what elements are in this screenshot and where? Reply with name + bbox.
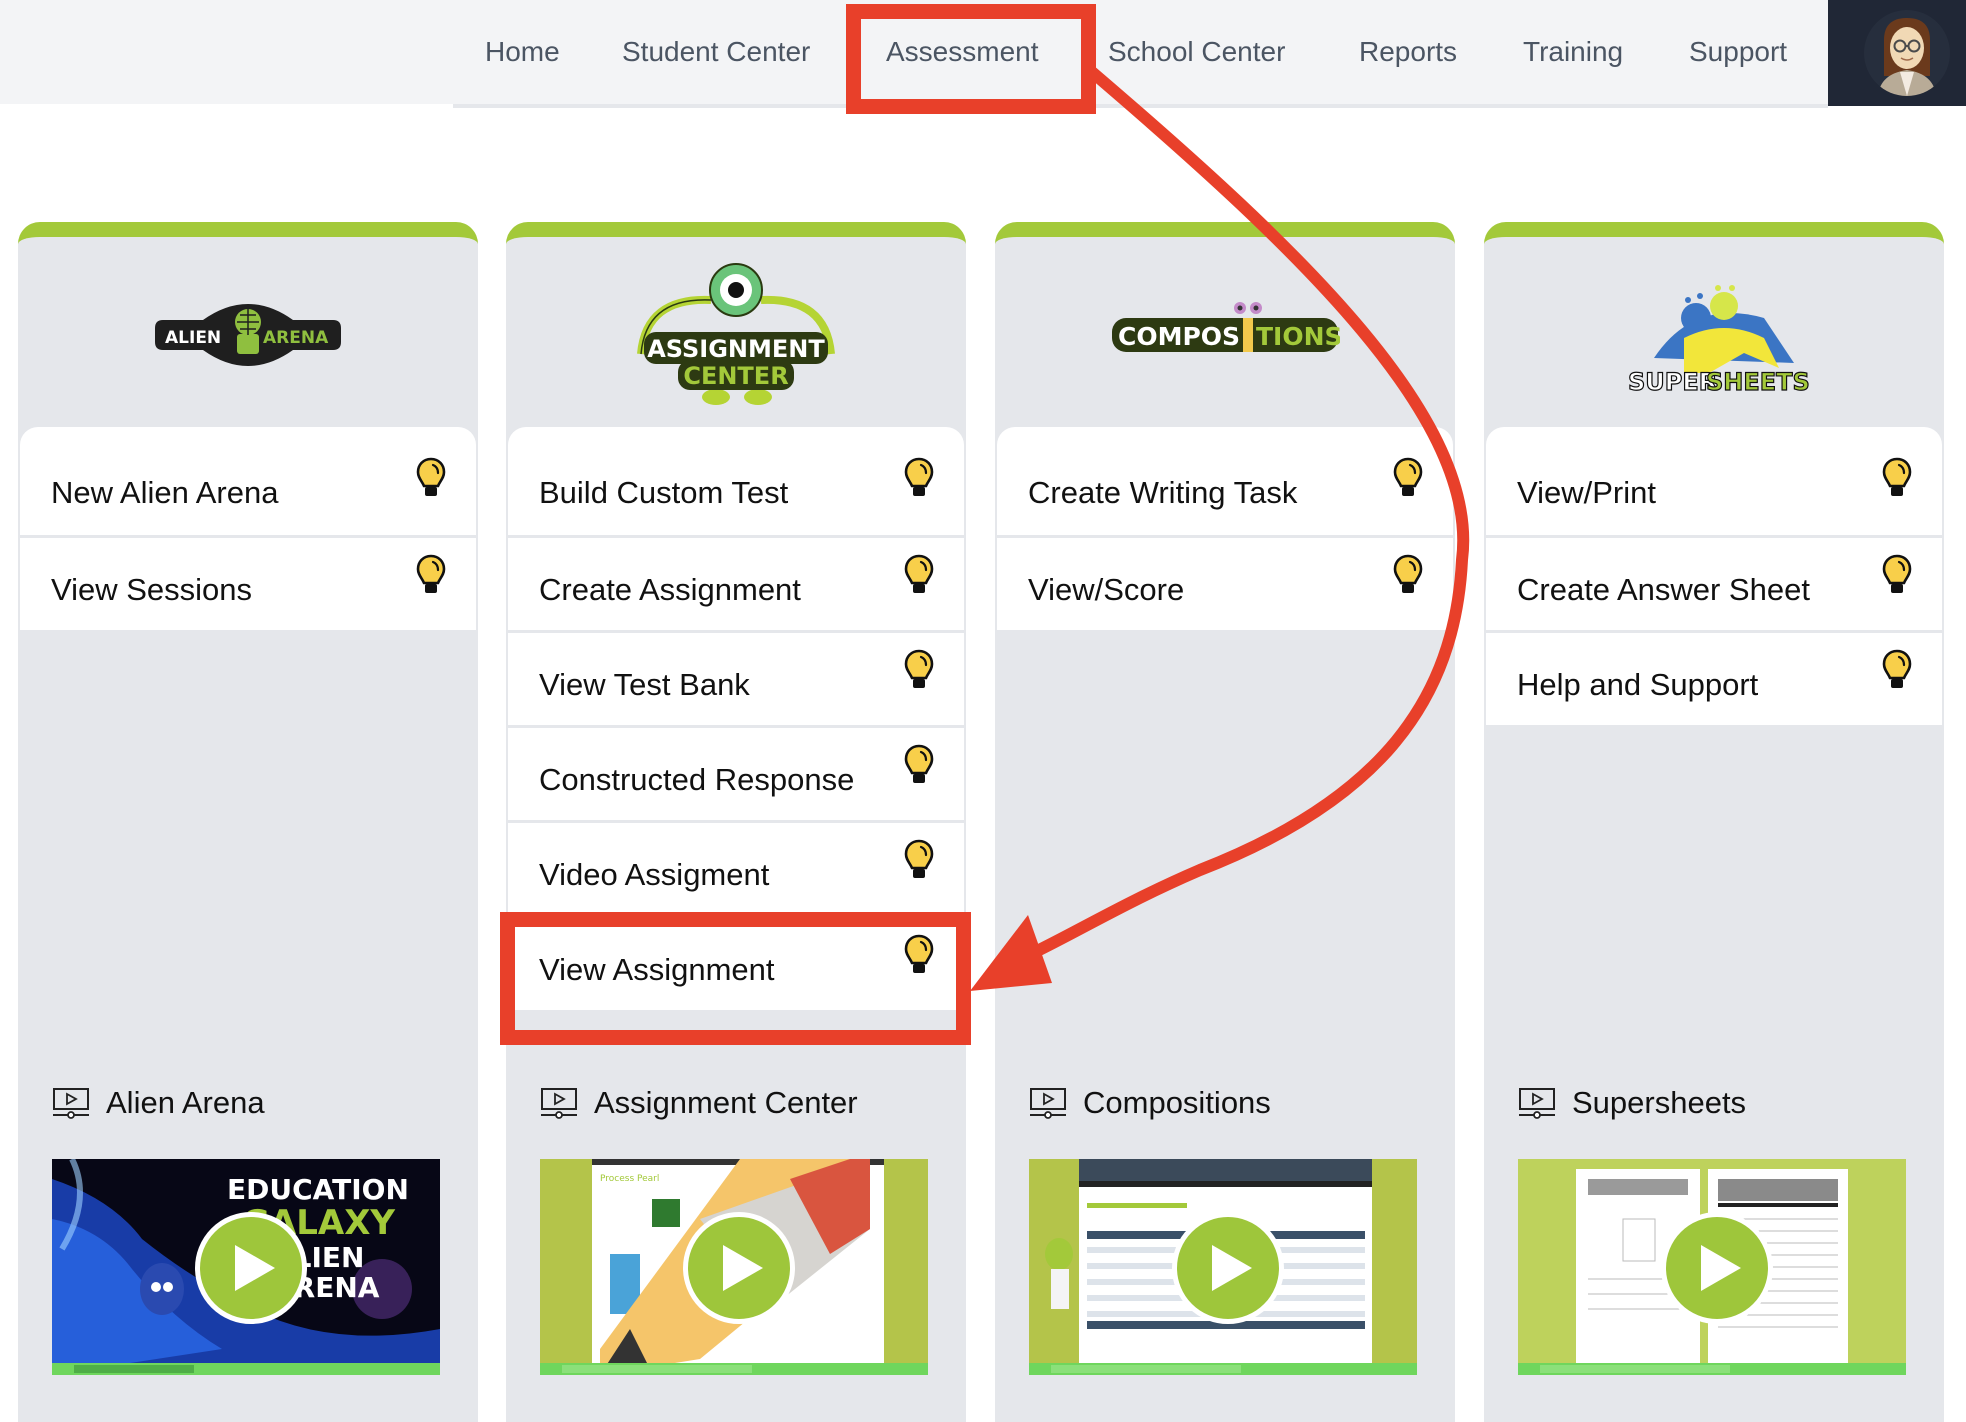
logo-text: CENTER — [683, 362, 788, 390]
lightbulb-icon[interactable] — [904, 839, 934, 881]
supersheets-menu: View/Print Create Answer Sheet Help and … — [1486, 427, 1942, 725]
menu-item-label: View Sessions — [51, 572, 253, 607]
nav-support[interactable]: Support — [1689, 30, 1787, 74]
nav-school-center[interactable]: School Center — [1108, 30, 1285, 74]
video-thumbnail-assignment-center[interactable]: Process Pearl — [540, 1159, 928, 1375]
menu-item-label: Video Assigment — [539, 857, 770, 892]
video-progress-bar[interactable] — [1518, 1363, 1906, 1375]
video-thumbnail-alien-arena[interactable]: EDUCATION GALAXY ALIEN ARENA — [52, 1159, 440, 1375]
lightbulb-icon[interactable] — [904, 554, 934, 596]
nav-divider — [453, 104, 1828, 108]
video-progress-bar[interactable] — [52, 1363, 440, 1375]
menu-item-label: Build Custom Test — [539, 475, 789, 510]
user-avatar-icon[interactable] — [1864, 10, 1950, 96]
menu-item-label: Create Assignment — [539, 572, 801, 607]
card-alien-arena: ALIEN ARENA New Alien Arena View Session… — [18, 222, 478, 1422]
nav-student-center[interactable]: Student Center — [622, 30, 810, 74]
menu-item-constructed-response[interactable]: Constructed Response — [508, 725, 964, 820]
lightbulb-icon[interactable] — [904, 649, 934, 691]
svg-text:Process Pearl: Process Pearl — [600, 1174, 659, 1184]
logo-text: TIONS — [1256, 322, 1340, 351]
menu-item-label: New Alien Arena — [51, 475, 279, 510]
video-title: Supersheets — [1518, 1081, 1746, 1125]
menu-item-label: View/Print — [1517, 475, 1656, 510]
menu-item-view-score[interactable]: View/Score — [997, 535, 1453, 630]
menu-item-label: Help and Support — [1517, 667, 1759, 702]
play-button[interactable] — [1172, 1212, 1284, 1324]
menu-item-label: Constructed Response — [539, 762, 855, 797]
video-play-icon — [1518, 1087, 1556, 1119]
card-compositions: COMPOS TIONS Create Writing Task View/Sc… — [995, 222, 1455, 1422]
menu-item-label: Create Answer Sheet — [1517, 572, 1810, 607]
lightbulb-icon[interactable] — [1393, 457, 1423, 499]
lightbulb-icon[interactable] — [1882, 649, 1912, 691]
logo-text: COMPOS — [1118, 322, 1240, 351]
nav-assessment[interactable]: Assessment — [886, 30, 1039, 74]
video-title: Compositions — [1029, 1081, 1271, 1125]
video-thumbnail-supersheets[interactable] — [1518, 1159, 1906, 1375]
logo-text-alien: ALIEN — [165, 328, 221, 348]
compositions-menu: Create Writing Task View/Score — [997, 427, 1453, 630]
card-supersheets: SUPER SHEETS View/Print Create Answer Sh… — [1484, 222, 1944, 1422]
video-title-text: Compositions — [1083, 1085, 1271, 1120]
compositions-logo: COMPOS TIONS — [995, 237, 1455, 427]
video-title-text: Assignment Center — [594, 1085, 858, 1120]
menu-item-video-assignment[interactable]: Video Assigment — [508, 820, 964, 915]
video-play-icon — [540, 1087, 578, 1119]
menu-item-label: Create Writing Task — [1028, 475, 1298, 510]
play-button[interactable] — [195, 1212, 307, 1324]
lightbulb-icon[interactable] — [1882, 457, 1912, 499]
menu-item-help-and-support[interactable]: Help and Support — [1486, 630, 1942, 725]
video-play-icon — [1029, 1087, 1067, 1119]
menu-item-view-test-bank[interactable]: View Test Bank — [508, 630, 964, 725]
video-title-text: Supersheets — [1572, 1085, 1747, 1120]
menu-item-label: View Assignment — [539, 952, 775, 987]
video-thumbnail-compositions[interactable] — [1029, 1159, 1417, 1375]
lightbulb-icon[interactable] — [904, 457, 934, 499]
thumb-text: EDUCATION — [227, 1173, 409, 1206]
logo-text: SHEETS — [1706, 368, 1810, 396]
nav-reports[interactable]: Reports — [1359, 30, 1457, 74]
logo-text: SUPER — [1628, 368, 1717, 396]
menu-item-label: View/Score — [1028, 572, 1185, 607]
video-title-text: Alien Arena — [106, 1085, 265, 1120]
video-play-icon — [52, 1087, 90, 1119]
lightbulb-icon[interactable] — [1882, 554, 1912, 596]
video-title: Assignment Center — [540, 1081, 858, 1125]
logo-text-arena: ARENA — [263, 328, 329, 348]
video-title: Alien Arena — [52, 1081, 265, 1125]
video-progress-bar[interactable] — [1029, 1363, 1417, 1375]
menu-item-create-answer-sheet[interactable]: Create Answer Sheet — [1486, 535, 1942, 630]
lightbulb-icon[interactable] — [1393, 554, 1423, 596]
menu-item-new-alien-arena[interactable]: New Alien Arena — [20, 427, 476, 535]
menu-item-build-custom-test[interactable]: Build Custom Test — [508, 427, 964, 535]
lightbulb-icon[interactable] — [416, 457, 446, 499]
alien-arena-logo: ALIEN ARENA — [18, 237, 478, 427]
play-button[interactable] — [1661, 1212, 1773, 1324]
user-menu[interactable] — [1828, 0, 1966, 106]
nav-training[interactable]: Training — [1523, 30, 1623, 74]
lightbulb-icon[interactable] — [904, 934, 934, 976]
assignment-center-logo: ASSIGNMENT CENTER — [506, 237, 966, 427]
menu-item-create-assignment[interactable]: Create Assignment — [508, 535, 964, 630]
lightbulb-icon[interactable] — [904, 744, 934, 786]
assignment-center-menu: Build Custom Test Create Assignment View… — [508, 427, 964, 1010]
menu-item-view-assignment[interactable]: View Assignment — [508, 915, 964, 1010]
play-button[interactable] — [683, 1212, 795, 1324]
supersheets-logo: SUPER SHEETS — [1484, 237, 1944, 427]
alien-arena-menu: New Alien Arena View Sessions — [20, 427, 476, 630]
lightbulb-icon[interactable] — [416, 554, 446, 596]
video-progress-bar[interactable] — [540, 1363, 928, 1375]
menu-item-create-writing-task[interactable]: Create Writing Task — [997, 427, 1453, 535]
menu-item-view-sessions[interactable]: View Sessions — [20, 535, 476, 630]
menu-item-view-print[interactable]: View/Print — [1486, 427, 1942, 535]
menu-item-label: View Test Bank — [539, 667, 750, 702]
card-assignment-center: ASSIGNMENT CENTER Build Custom Test Crea… — [506, 222, 966, 1422]
top-navigation-bar: Home Student Center Assessment School Ce… — [0, 0, 1828, 104]
logo-text: ASSIGNMENT — [647, 335, 825, 363]
nav-home[interactable]: Home — [485, 30, 560, 74]
